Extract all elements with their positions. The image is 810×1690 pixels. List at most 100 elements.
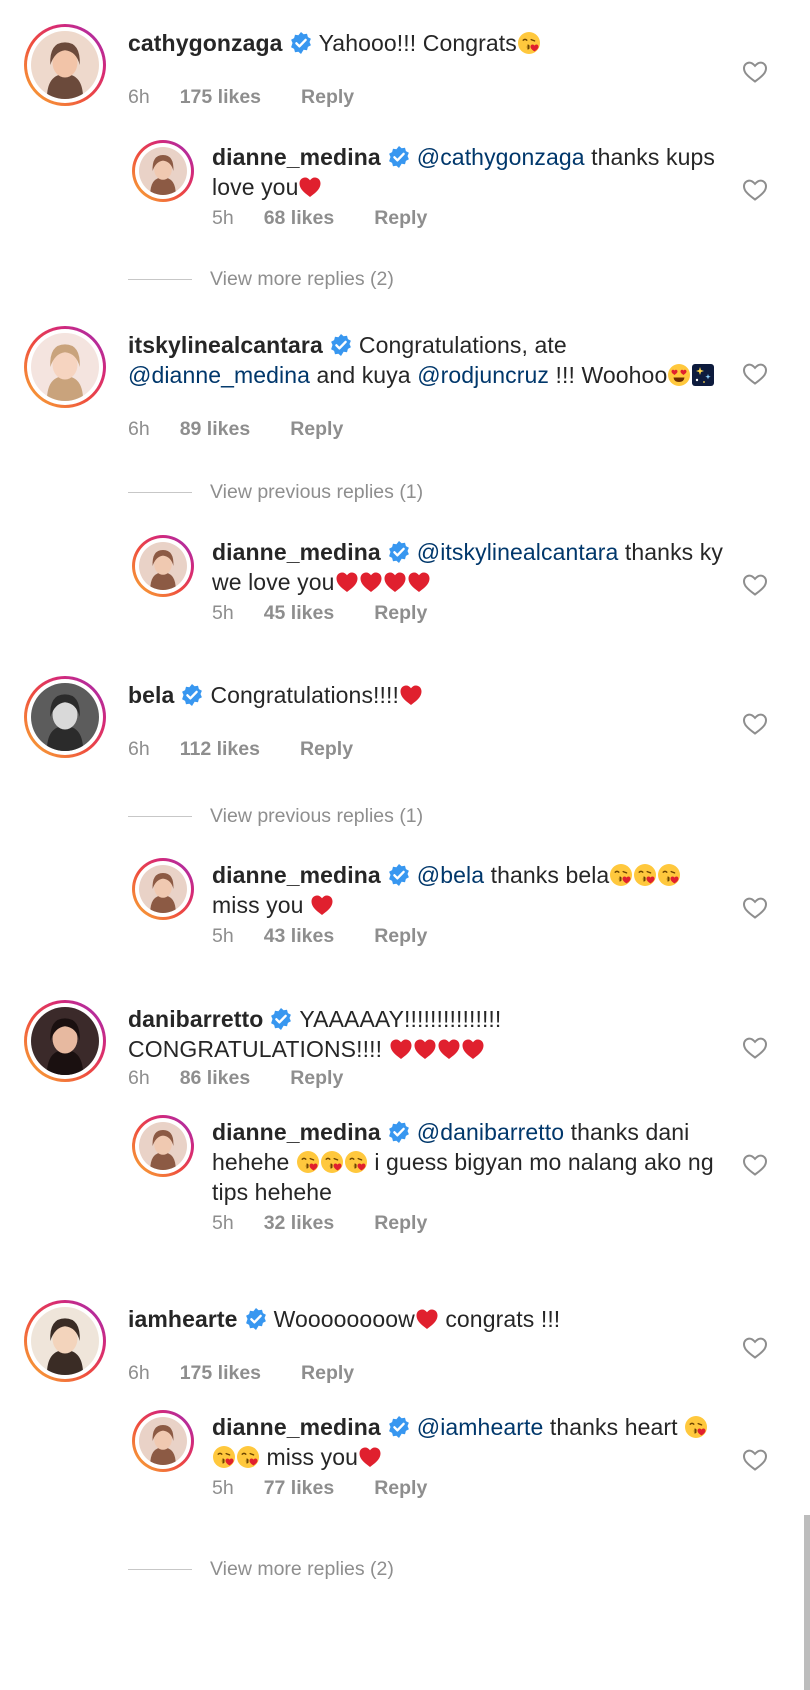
like-heart-icon[interactable] — [742, 896, 768, 920]
reply-button[interactable]: Reply — [374, 207, 427, 230]
like-heart-icon[interactable] — [742, 712, 768, 736]
comment-text: congrats !!! — [438, 1306, 561, 1332]
kiss-emoji-icon — [657, 863, 681, 887]
username-link[interactable]: dianne_medina — [212, 539, 381, 565]
comment-meta: 5h 45 likes Reply — [212, 602, 427, 625]
comment-text: Congratulations, ate — [358, 332, 567, 358]
likes-count[interactable]: 43 likes — [264, 925, 334, 948]
avatar[interactable] — [132, 535, 194, 597]
reply-button[interactable]: Reply — [300, 738, 353, 761]
avatar[interactable] — [132, 858, 194, 920]
timestamp: 5h — [212, 1477, 234, 1499]
username-link[interactable]: dianne_medina — [212, 144, 381, 170]
verified-badge-icon — [180, 683, 204, 707]
kiss-emoji-icon — [684, 1415, 708, 1439]
view-replies-label: View more replies (2) — [210, 268, 394, 290]
username-link[interactable]: bela — [128, 682, 174, 708]
reply-button[interactable]: Reply — [374, 602, 427, 625]
comment-body: bela Congratulations!!!! — [128, 680, 728, 710]
comment-body: cathygonzaga Yahooo!!! Congrats — [128, 28, 728, 58]
heart-emoji-icon — [461, 1037, 485, 1061]
like-heart-icon[interactable] — [742, 178, 768, 202]
verified-badge-icon — [289, 31, 313, 55]
comment: iamhearte Woooooooow congrats !!! 6h 175 li… — [0, 1300, 810, 1390]
likes-count[interactable]: 89 likes — [180, 418, 250, 441]
likes-count[interactable]: 175 likes — [180, 86, 261, 109]
like-heart-icon[interactable] — [742, 1036, 768, 1060]
heart-emoji-icon — [298, 175, 322, 199]
comment-text: miss you — [212, 892, 311, 918]
reply-button[interactable]: Reply — [301, 1362, 354, 1385]
verified-badge-icon — [387, 145, 411, 169]
mention-link[interactable]: @iamhearte — [417, 1414, 544, 1440]
like-heart-icon[interactable] — [742, 573, 768, 597]
view-replies-button[interactable]: View previous replies (1) — [128, 805, 423, 828]
username-link[interactable]: danibarretto — [128, 1006, 263, 1032]
mention-link[interactable]: @danibarretto — [417, 1119, 564, 1145]
username-link[interactable]: itskylinealcantara — [128, 332, 323, 358]
likes-count[interactable]: 45 likes — [264, 602, 334, 625]
username-link[interactable]: iamhearte — [128, 1306, 238, 1332]
avatar[interactable] — [132, 140, 194, 202]
like-heart-icon[interactable] — [742, 1153, 768, 1177]
reply-button[interactable]: Reply — [374, 925, 427, 948]
comment-text: !!! Woohoo — [549, 362, 668, 388]
view-replies-button[interactable]: View more replies (2) — [128, 268, 394, 291]
username-link[interactable]: dianne_medina — [212, 1414, 381, 1440]
reply-button[interactable]: Reply — [301, 86, 354, 109]
heart-emoji-icon — [415, 1307, 439, 1331]
view-replies-button[interactable]: View more replies (2) — [128, 1558, 394, 1581]
verified-badge-icon — [329, 333, 353, 357]
comment-text: and kuya — [310, 362, 418, 388]
like-heart-icon[interactable] — [742, 1448, 768, 1472]
mention-link[interactable]: @cathygonzaga — [417, 144, 585, 170]
likes-count[interactable]: 32 likes — [264, 1212, 334, 1235]
kiss-emoji-icon — [344, 1150, 368, 1174]
comment-meta: 5h 32 likes Reply — [212, 1212, 427, 1235]
kiss-emoji-icon — [633, 863, 657, 887]
username-link[interactable]: dianne_medina — [212, 1119, 381, 1145]
timestamp: 6h — [128, 738, 150, 760]
comment-text: Yahooo!!! Congrats — [318, 30, 517, 56]
likes-count[interactable]: 86 likes — [180, 1067, 250, 1090]
mention-link[interactable]: @itskylinealcantara — [417, 539, 619, 565]
heart-emoji-icon — [399, 683, 423, 707]
reply-button[interactable]: Reply — [374, 1212, 427, 1235]
reply-comment: dianne_medina @itskylinealcantara thanks … — [0, 535, 810, 630]
like-heart-icon[interactable] — [742, 1336, 768, 1360]
heart-emoji-icon — [437, 1037, 461, 1061]
reply-button[interactable]: Reply — [374, 1477, 427, 1500]
username-link[interactable]: cathygonzaga — [128, 30, 283, 56]
likes-count[interactable]: 68 likes — [264, 207, 334, 230]
timestamp: 5h — [212, 207, 234, 229]
divider-line — [128, 816, 192, 818]
view-replies-label: View more replies (2) — [210, 1558, 394, 1580]
comment: bela Congratulations!!!! 6h 112 likes Reply — [0, 676, 810, 766]
view-replies-button[interactable]: View previous replies (1) — [128, 481, 423, 504]
likes-count[interactable]: 112 likes — [180, 738, 260, 761]
mention-link[interactable]: @dianne_medina — [128, 362, 310, 388]
like-heart-icon[interactable] — [742, 362, 768, 386]
avatar[interactable] — [132, 1115, 194, 1177]
comment-text: miss you — [260, 1444, 359, 1470]
avatar[interactable] — [24, 1300, 106, 1382]
mention-link[interactable]: @rodjuncruz — [417, 362, 549, 388]
avatar[interactable] — [132, 1410, 194, 1472]
verified-badge-icon — [387, 1415, 411, 1439]
heart-emoji-icon — [359, 570, 383, 594]
avatar[interactable] — [24, 1000, 106, 1082]
username-link[interactable]: dianne_medina — [212, 862, 381, 888]
avatar[interactable] — [24, 24, 106, 106]
reply-button[interactable]: Reply — [290, 418, 343, 441]
likes-count[interactable]: 175 likes — [180, 1362, 261, 1385]
reply-button[interactable]: Reply — [290, 1067, 343, 1090]
mention-link[interactable]: @bela — [417, 862, 484, 888]
like-heart-icon[interactable] — [742, 60, 768, 84]
scrollbar-thumb[interactable] — [804, 1515, 810, 1690]
timestamp: 6h — [128, 86, 150, 108]
comment-body: dianne_medina @iamhearte thanks heart mis… — [212, 1412, 732, 1472]
likes-count[interactable]: 77 likes — [264, 1477, 334, 1500]
comment-meta: 6h 112 likes Reply — [128, 738, 353, 761]
avatar[interactable] — [24, 676, 106, 758]
avatar[interactable] — [24, 326, 106, 408]
